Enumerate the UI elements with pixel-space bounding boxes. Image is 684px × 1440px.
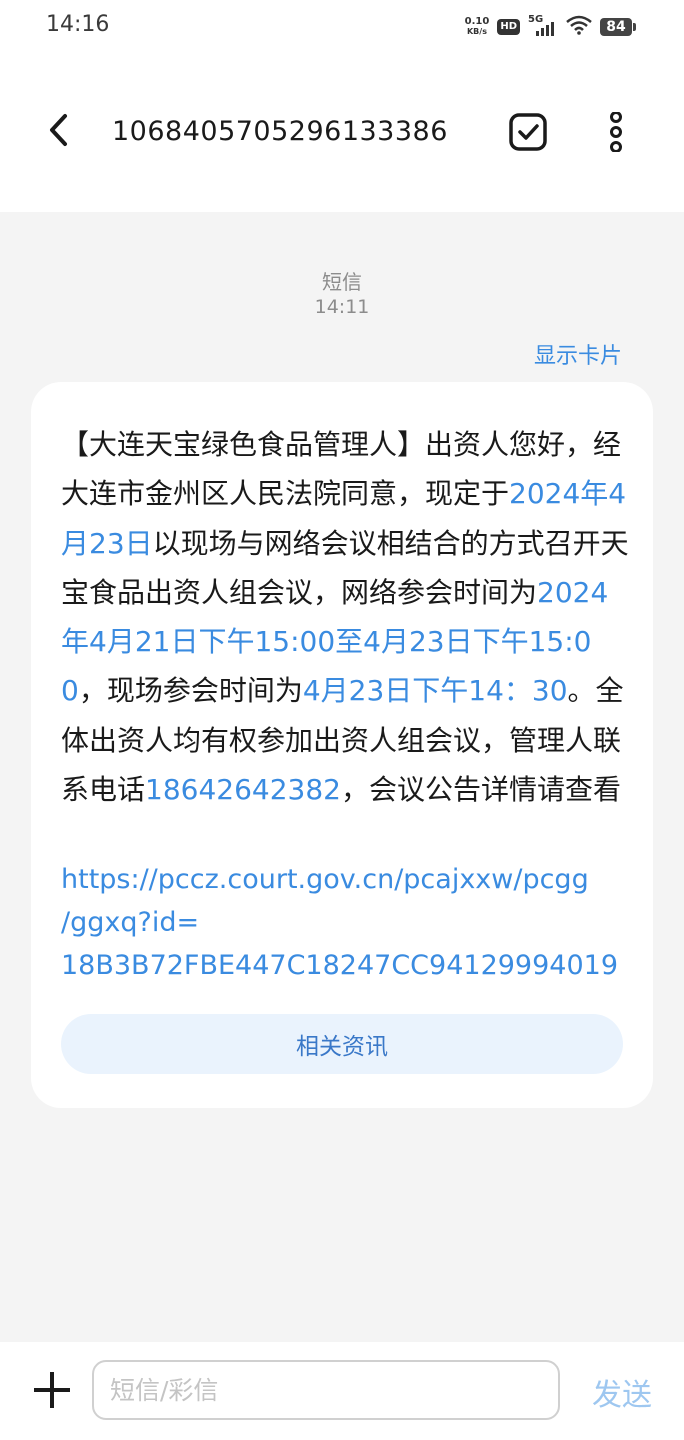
cellular-signal-icon: 5G (528, 14, 558, 38)
message-type-label: 短信 (322, 270, 362, 294)
message-timestamp: 14:11 (314, 296, 370, 318)
wifi-icon (566, 15, 592, 39)
message-text: ，会议公告详情请查看 (340, 773, 621, 807)
back-button[interactable] (36, 108, 80, 152)
battery-icon: 84 (600, 18, 636, 36)
message-input[interactable] (92, 1360, 560, 1420)
related-info-button[interactable]: 相关资讯 (61, 1014, 623, 1074)
hd-icon: HD (497, 19, 520, 35)
select-messages-button[interactable] (504, 108, 552, 156)
more-vertical-icon (610, 112, 622, 152)
message-text: ，现场参会时间为 (78, 674, 303, 708)
add-attachment-button[interactable] (30, 1368, 74, 1412)
compose-bar: 发送 (0, 1342, 684, 1440)
network-speed-unit: KB/s (466, 27, 487, 36)
show-card-link[interactable]: 显示卡片 (534, 338, 622, 370)
message-bubble[interactable]: 【大连天宝绿色食品管理人】出资人您好，经大连市金州区人民法院同意，现定于2024… (31, 382, 653, 1108)
network-speed: 0.10 KB/s (465, 17, 490, 37)
status-time: 14:16 (46, 12, 110, 37)
chevron-left-icon (50, 114, 67, 146)
date-link[interactable]: 4月23日下午14：30 (303, 674, 568, 707)
status-icons: 0.10 KB/s HD 5G 84 (465, 14, 636, 40)
phone-link[interactable]: 18642642382 (145, 773, 341, 806)
send-button[interactable]: 发送 (592, 1370, 652, 1414)
url-line: 18B3B72FBE447C18247CC94129994019 (61, 950, 618, 981)
message-body: 【大连天宝绿色食品管理人】出资人您好，经大连市金州区人民法院同意，现定于2024… (61, 420, 629, 814)
messaging-screen: 14:16 0.10 KB/s HD 5G 84 106840570529613… (0, 0, 684, 1440)
checkbox-icon (509, 113, 547, 151)
conversation-header: 1068405705296133386 (0, 52, 684, 212)
network-speed-value: 0.10 (464, 16, 490, 27)
status-bar: 14:16 0.10 KB/s HD 5G 84 (0, 0, 684, 52)
message-list[interactable]: 短信 14:11 显示卡片 【大连天宝绿色食品管理人】出资人您好，经大连市金州区… (0, 212, 684, 1342)
url-line: /ggxq?id= (61, 907, 200, 938)
contact-name: 1068405705296133386 (112, 116, 448, 147)
url-link[interactable]: https://pccz.court.gov.cn/pcajxxw/pcgg /… (61, 858, 629, 987)
url-line: https://pccz.court.gov.cn/pcajxxw/pcgg (61, 864, 589, 895)
battery-level: 84 (606, 19, 626, 35)
more-options-button[interactable] (594, 108, 638, 156)
